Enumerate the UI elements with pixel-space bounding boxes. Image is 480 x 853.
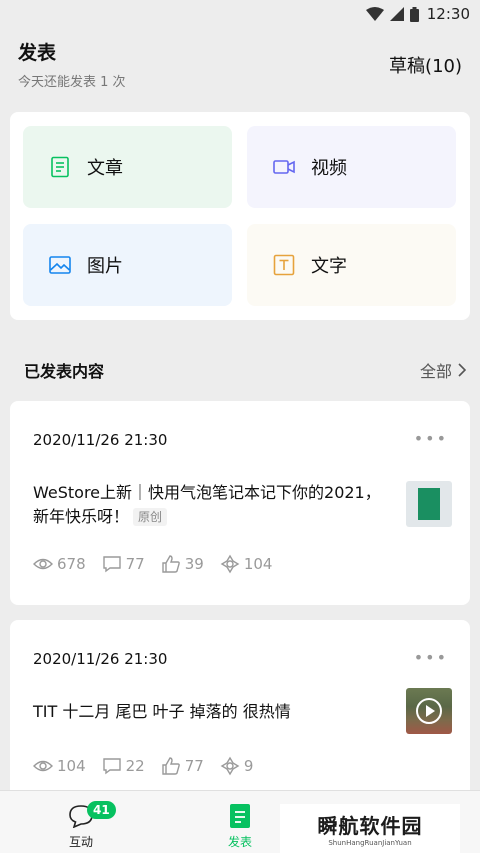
watermark-subtext: ShunHangRuanJianYuan <box>328 839 412 847</box>
publish-text-button[interactable]: 文字 <box>247 224 456 306</box>
watermark-logo: 瞬航软件园 ShunHangRuanJianYuan <box>280 804 460 853</box>
play-icon <box>416 698 442 724</box>
tab-interact[interactable]: 41 互动 <box>21 801 141 850</box>
video-thumbnail <box>406 688 452 734</box>
watermark-text: 瞬航软件园 <box>317 814 423 838</box>
post-date: 2020/11/26 21:30 <box>33 650 168 668</box>
publish-image-label: 图片 <box>87 256 123 277</box>
views-count: 678 <box>57 555 86 573</box>
notebook-image <box>418 488 440 520</box>
comments-count: 22 <box>125 757 145 775</box>
likes-stat: 39 <box>161 554 204 574</box>
published-section-header: 已发表内容 全部 <box>24 358 466 382</box>
view-all-link[interactable]: 全部 <box>420 358 466 382</box>
post-stats: 678 77 39 104 <box>33 554 272 574</box>
original-badge: 原创 <box>133 508 168 526</box>
tab-interact-label: 互动 <box>68 835 93 849</box>
post-thumbnail <box>406 481 452 527</box>
likes-count: 77 <box>184 757 204 775</box>
views-stat: 678 <box>33 554 86 574</box>
shares-count: 104 <box>243 555 273 573</box>
publish-video-button[interactable]: 视频 <box>247 126 456 208</box>
publish-article-button[interactable]: 文章 <box>23 126 232 208</box>
publish-video-label: 视频 <box>311 158 347 179</box>
more-options-icon[interactable]: ••• <box>414 429 448 448</box>
post-title: WeStore上新｜快用气泡笔记本记下你的2021，新年快乐呀！ 原创 <box>33 481 383 529</box>
status-bar: 12:30 <box>0 0 480 28</box>
status-time: 12:30 <box>426 5 470 23</box>
chevron-right-icon <box>458 363 466 377</box>
views-count: 104 <box>57 757 86 775</box>
eye-icon <box>33 558 53 570</box>
drafts-button[interactable]: 草稿(10) <box>389 52 462 78</box>
battery-icon <box>409 6 419 22</box>
more-options-icon[interactable]: ••• <box>414 648 448 667</box>
document-icon <box>230 804 250 828</box>
notification-badge: 41 <box>87 801 116 819</box>
post-card[interactable]: 2020/11/26 21:30 ••• WeStore上新｜快用气泡笔记本记下… <box>10 401 470 605</box>
comments-stat: 22 <box>102 756 145 776</box>
post-card[interactable]: 2020/11/26 21:30 ••• TIT 十二月 尾巴 叶子 掉落的 很… <box>10 620 470 800</box>
comment-icon <box>102 556 121 573</box>
share-flower-icon <box>220 554 240 574</box>
shares-count: 9 <box>243 757 254 775</box>
published-heading: 已发表内容 <box>24 362 105 381</box>
publish-type-panel: 文章 视频 图片 文字 <box>10 112 470 320</box>
publish-text-label: 文字 <box>311 256 347 277</box>
shares-stat: 9 <box>220 756 254 776</box>
signal-icon <box>389 7 404 21</box>
shares-stat: 104 <box>220 554 273 574</box>
comment-icon <box>102 758 121 775</box>
comments-stat: 77 <box>102 554 145 574</box>
post-stats: 104 22 77 9 <box>33 756 253 776</box>
image-icon <box>49 256 71 274</box>
post-date: 2020/11/26 21:30 <box>33 431 168 449</box>
eye-icon <box>33 760 53 772</box>
publish-image-button[interactable]: 图片 <box>23 224 232 306</box>
post-title: TIT 十二月 尾巴 叶子 掉落的 很热情 <box>33 700 383 724</box>
likes-stat: 77 <box>161 756 204 776</box>
page-header: 发表 今天还能发表 1 次 草稿(10) <box>18 38 462 90</box>
post-title-text: WeStore上新｜快用气泡笔记本记下你的2021，新年快乐呀！ <box>33 483 381 526</box>
share-flower-icon <box>220 756 240 776</box>
thumbs-up-icon <box>162 555 180 573</box>
likes-count: 39 <box>184 555 204 573</box>
thumbs-up-icon <box>162 757 180 775</box>
tab-publish-label: 发表 <box>227 835 252 849</box>
article-icon <box>51 156 69 178</box>
text-icon <box>273 254 295 276</box>
comments-count: 77 <box>125 555 145 573</box>
post-title-text: TIT 十二月 尾巴 叶子 掉落的 很热情 <box>33 702 291 721</box>
views-stat: 104 <box>33 756 86 776</box>
view-all-label: 全部 <box>419 362 452 381</box>
publish-article-label: 文章 <box>87 158 123 179</box>
video-icon <box>273 160 295 174</box>
wifi-icon <box>365 7 384 21</box>
